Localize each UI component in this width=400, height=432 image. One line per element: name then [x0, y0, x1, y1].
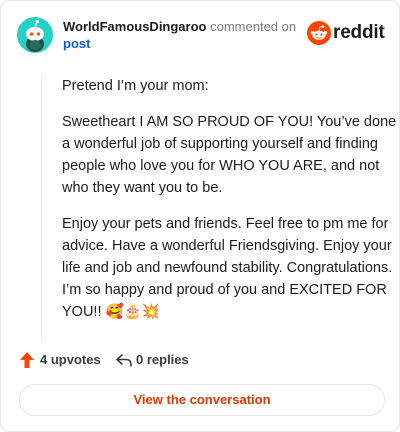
upvotes-count: 4 upvotes	[40, 352, 101, 367]
brand-wordmark: reddit	[333, 22, 385, 43]
replies-count: 0 replies	[136, 352, 189, 367]
upvote-arrow-icon	[20, 352, 34, 368]
avatar[interactable]	[17, 17, 53, 53]
comment-header: WorldFamousDingaroo commented on post re…	[17, 15, 385, 55]
comment-paragraph: Sweetheart I AM SO PROUD OF YOU! You’ve …	[62, 114, 397, 196]
view-conversation-button[interactable]: View the conversation	[19, 384, 385, 416]
comment-paragraph: Enjoy your pets and friends. Feel free t…	[62, 216, 393, 320]
avatar-snoo-icon	[26, 19, 44, 52]
reddit-logo-icon	[307, 21, 331, 45]
action-text: commented on	[210, 19, 297, 34]
comment-body: Pretend I’m your mom: Sweetheart I AM SO…	[41, 75, 398, 341]
author-line: WorldFamousDingaroo commented on	[63, 19, 296, 35]
post-link[interactable]: post	[63, 36, 90, 52]
reddit-logo[interactable]: reddit	[307, 21, 385, 45]
author-name[interactable]: WorldFamousDingaroo	[63, 19, 206, 34]
comment-paragraph: Pretend I’m your mom:	[62, 78, 209, 94]
reply-icon	[116, 354, 132, 367]
comment-embed-card: WorldFamousDingaroo commented on post re…	[0, 0, 400, 432]
